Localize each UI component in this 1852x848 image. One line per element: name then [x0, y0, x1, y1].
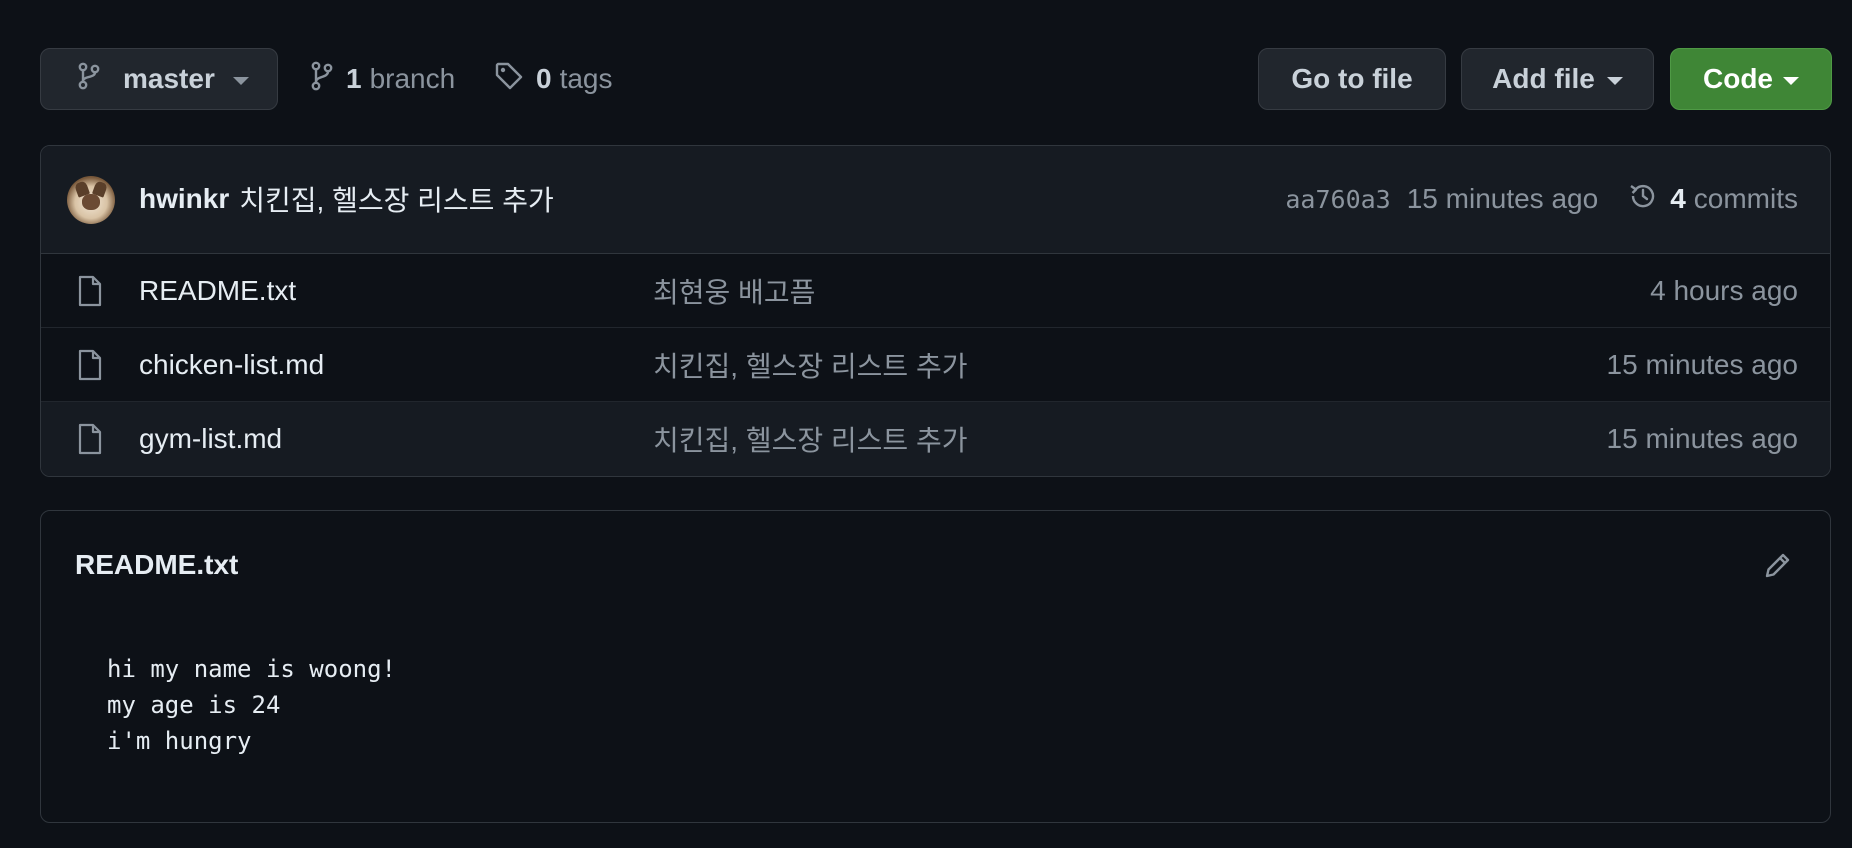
repo-toolbar: master 1 branch 0 tags Go to file Add fi…	[40, 48, 1832, 112]
readme-line: i'm hungry	[107, 727, 252, 755]
chevron-down-icon	[1606, 77, 1623, 85]
tag-icon	[494, 61, 524, 98]
file-row: README.txt 최현웅 배고픔 4 hours ago	[41, 254, 1830, 328]
file-age: 15 minutes ago	[1606, 349, 1798, 380]
commit-sha-link[interactable]: aa760a3	[1285, 185, 1390, 214]
branch-count: 1	[346, 63, 362, 94]
branches-link[interactable]: 1 branch	[310, 48, 455, 110]
file-icon	[77, 349, 103, 386]
code-label: Code	[1703, 63, 1773, 94]
commit-time: 15 minutes ago	[1406, 183, 1599, 214]
file-icon	[77, 275, 103, 312]
branch-label: branch	[369, 63, 456, 94]
readme-line: my age is 24	[107, 691, 281, 719]
git-branch-icon	[310, 61, 334, 98]
readme-content: hi my name is woong! my age is 24 i'm hung…	[107, 651, 396, 759]
readme-line: hi my name is woong!	[107, 655, 396, 683]
tags-link[interactable]: 0 tags	[494, 48, 613, 110]
file-commit-message-link[interactable]: 치킨집, 헬스장 리스트 추가	[653, 328, 967, 402]
file-row: gym-list.md 치킨집, 헬스장 리스트 추가 15 minutes a…	[41, 402, 1830, 476]
file-age: 15 minutes ago	[1606, 423, 1798, 454]
commit-meta: aa760a3 15 minutes ago 4 commits	[1285, 146, 1798, 252]
file-commit-message-link[interactable]: 최현웅 배고픔	[653, 254, 815, 328]
file-name-link[interactable]: gym-list.md	[139, 402, 282, 476]
tag-count: 0	[536, 63, 552, 94]
code-button[interactable]: Code	[1670, 48, 1832, 110]
commit-author-link[interactable]: hwinkr	[139, 183, 229, 215]
commits-history-link[interactable]: 4 commits	[1628, 181, 1798, 218]
file-list: hwinkr 치킨집, 헬스장 리스트 추가 aa760a3 15 minute…	[40, 145, 1831, 477]
branch-select-button[interactable]: master	[40, 48, 278, 110]
file-row: chicken-list.md 치킨집, 헬스장 리스트 추가 15 minut…	[41, 328, 1830, 402]
file-age: 4 hours ago	[1650, 275, 1798, 306]
chevron-down-icon	[1783, 77, 1799, 85]
history-icon	[1628, 181, 1658, 218]
add-file-button[interactable]: Add file	[1461, 48, 1654, 110]
git-branch-icon	[77, 62, 101, 97]
file-name-link[interactable]: chicken-list.md	[139, 328, 324, 402]
branch-name: master	[123, 63, 215, 94]
avatar[interactable]	[67, 176, 115, 224]
readme-title[interactable]: README.txt	[75, 549, 238, 581]
commit-label: commits	[1693, 183, 1798, 214]
commit-count: 4	[1670, 183, 1686, 214]
add-file-label: Add file	[1492, 63, 1595, 94]
readme-box: README.txt hi my name is woong! my age is…	[40, 510, 1831, 823]
file-icon	[77, 423, 103, 460]
repo-page: master 1 branch 0 tags Go to file Add fi…	[0, 0, 1852, 848]
pencil-icon[interactable]	[1762, 549, 1794, 586]
chevron-down-icon	[232, 77, 249, 85]
file-name-link[interactable]: README.txt	[139, 254, 296, 328]
commit-summary: hwinkr 치킨집, 헬스장 리스트 추가	[139, 146, 554, 252]
file-commit-message-link[interactable]: 치킨집, 헬스장 리스트 추가	[653, 402, 967, 476]
tag-label: tags	[559, 63, 613, 94]
latest-commit-bar: hwinkr 치킨집, 헬스장 리스트 추가 aa760a3 15 minute…	[41, 146, 1830, 254]
go-to-file-button[interactable]: Go to file	[1258, 48, 1446, 110]
commit-message-link[interactable]: 치킨집, 헬스장 리스트 추가	[239, 179, 553, 219]
